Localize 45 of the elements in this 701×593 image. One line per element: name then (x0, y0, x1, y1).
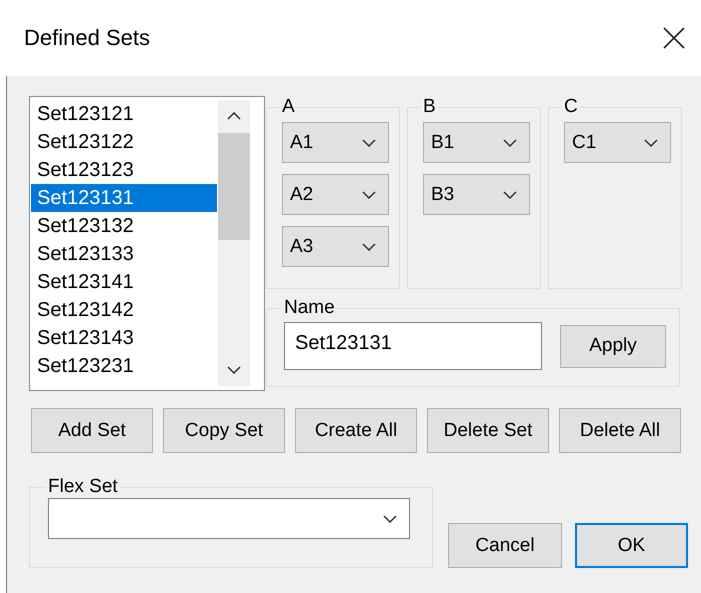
close-icon[interactable] (663, 27, 685, 49)
action-button[interactable]: Add Set (31, 408, 153, 453)
action-button[interactable]: Create All (295, 408, 417, 453)
group-label: B (422, 96, 437, 118)
dropdown[interactable]: A3 (282, 226, 389, 267)
group-label: C (563, 96, 579, 118)
scroll-thumb[interactable] (218, 133, 250, 240)
list-item[interactable]: Set123143 (31, 324, 217, 352)
group-label: A (281, 96, 296, 118)
list-item[interactable]: Set123132 (31, 212, 217, 240)
ok-button[interactable]: OK (575, 523, 688, 568)
chevron-down-icon (503, 190, 517, 198)
list-item[interactable]: Set123121 (31, 100, 217, 128)
dropdown[interactable]: A2 (282, 174, 389, 215)
list-item[interactable]: Set123131 (31, 184, 217, 212)
action-button[interactable]: Delete Set (427, 408, 549, 453)
scroll-down-icon (227, 366, 241, 374)
group-label: Name (283, 297, 336, 319)
dropdown[interactable]: A1 (282, 122, 389, 163)
action-button[interactable]: Copy Set (163, 408, 285, 453)
dropdown[interactable] (48, 498, 410, 539)
action-button[interactable]: Delete All (559, 408, 681, 453)
chevron-down-icon (362, 242, 376, 250)
set-list[interactable]: Set123121 Set123122 Set123123 Set123131 Set123132 Set123133 Set123141 Set123142 Set123143 Set123231 (29, 96, 265, 391)
chevron-down-icon (644, 138, 658, 146)
cancel-button[interactable]: Cancel (448, 523, 562, 568)
list-item[interactable]: Set123122 (31, 128, 217, 156)
dropdown[interactable]: B1 (423, 122, 530, 163)
apply-button[interactable]: Apply (560, 324, 666, 368)
group-label: Flex Set (47, 476, 119, 498)
name-field[interactable]: Set123131 (284, 322, 542, 370)
scroll-up-icon (227, 112, 241, 120)
list-item[interactable]: Set123141 (31, 268, 217, 296)
chevron-down-icon (362, 138, 376, 146)
window-title: Defined Sets (24, 25, 150, 51)
chevron-down-icon (503, 138, 517, 146)
list-item[interactable]: Set123142 (31, 296, 217, 324)
list-item[interactable]: Set123133 (31, 240, 217, 268)
chevron-down-icon (383, 514, 397, 522)
list-item[interactable]: Set123231 (31, 352, 217, 380)
scrollbar[interactable] (218, 100, 250, 386)
list-item[interactable]: Set123123 (31, 156, 217, 184)
chevron-down-icon (362, 190, 376, 198)
dropdown[interactable]: B3 (423, 174, 530, 215)
dropdown[interactable]: C1 (564, 122, 671, 163)
